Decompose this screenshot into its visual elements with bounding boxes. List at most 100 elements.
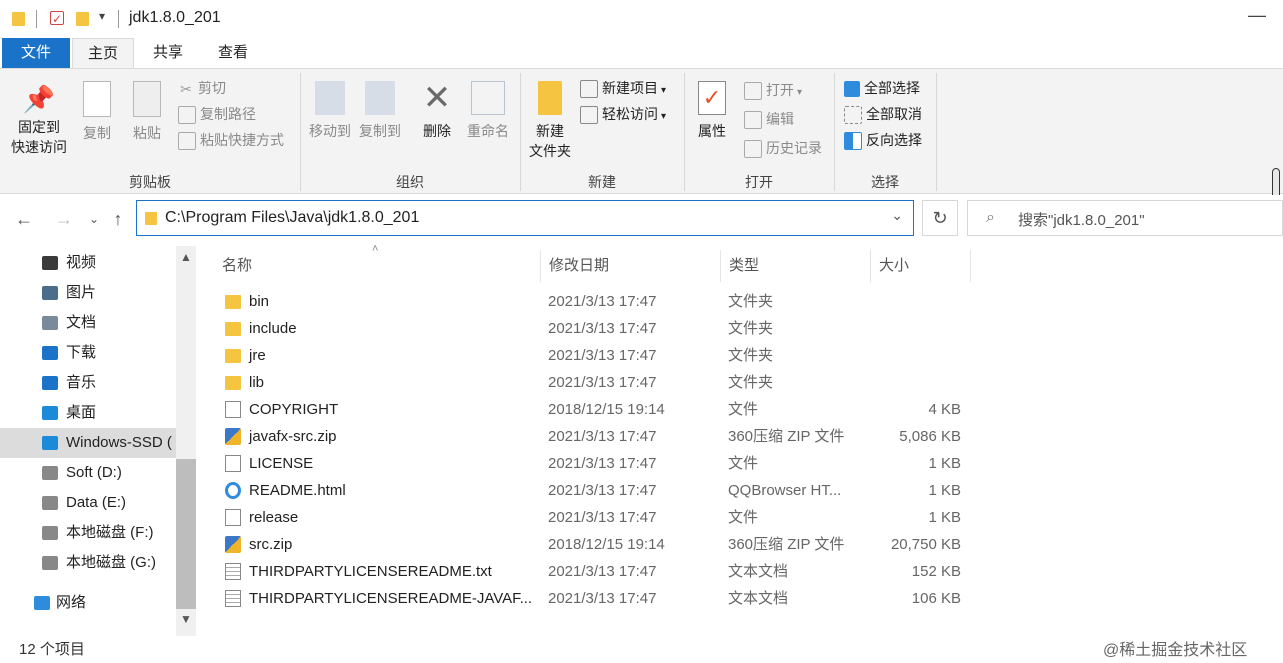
nav-item[interactable]: 视频: [0, 248, 176, 278]
copy-to-button[interactable]: 复制到: [356, 81, 404, 141]
search-input[interactable]: ⌕ 搜索"jdk1.8.0_201": [967, 200, 1283, 236]
nav-item[interactable]: 文档: [0, 308, 176, 338]
scroll-down-icon[interactable]: ▼: [180, 612, 192, 626]
properties-quick-icon[interactable]: ✓: [50, 11, 64, 26]
nav-item[interactable]: 音乐: [0, 368, 176, 398]
select-none-button[interactable]: 全部取消: [844, 102, 922, 126]
nav-scrollbar-thumb[interactable]: [176, 459, 196, 609]
desktop-icon: [42, 406, 58, 420]
forward-arrow-icon[interactable]: →: [52, 207, 76, 231]
file-icon: [225, 509, 241, 526]
up-arrow-icon[interactable]: ↑: [106, 207, 130, 231]
address-bar[interactable]: C:\Program Files\Java\jdk1.8.0_201 ⌄: [136, 200, 914, 236]
file-row[interactable]: jre 2021/3/13 17:47 文件夹: [214, 342, 974, 369]
clipboard-group-label: 剪贴板: [129, 174, 171, 190]
ribbon-tabs: 文件 主页 共享 查看: [0, 38, 1283, 68]
file-row[interactable]: lib 2021/3/13 17:47 文件夹: [214, 369, 974, 396]
nav-item[interactable]: Windows-SSD (: [0, 428, 176, 458]
cut-button[interactable]: ✂ 剪切: [178, 76, 226, 100]
browser-html-icon: [225, 482, 241, 499]
new-folder-quick-icon[interactable]: [76, 12, 89, 26]
paste-button[interactable]: 粘贴: [128, 81, 166, 143]
file-modified-date: 2021/3/13 17:47: [548, 563, 657, 580]
column-header-type[interactable]: 类型: [721, 250, 871, 282]
select-none-icon: [844, 106, 862, 125]
nav-item[interactable]: Data (E:): [0, 488, 176, 518]
quick-access-dropdown-icon[interactable]: ▾: [99, 9, 105, 23]
network-icon: [34, 596, 50, 610]
chevron-down-icon[interactable]: ⌄: [891, 207, 903, 224]
file-size: 152 KB: [911, 563, 961, 580]
nav-item[interactable]: 本地磁盘 (G:): [0, 548, 176, 578]
file-row[interactable]: include 2021/3/13 17:47 文件夹: [214, 315, 974, 342]
invert-selection-button[interactable]: 反向选择: [844, 128, 922, 152]
nav-item-label: Data (E:): [66, 494, 127, 511]
history-button[interactable]: 历史记录: [744, 136, 822, 160]
select-all-button[interactable]: 全部选择: [844, 76, 920, 100]
tab-view[interactable]: 查看: [203, 38, 263, 68]
nav-item[interactable]: 图片: [0, 278, 176, 308]
refresh-button[interactable]: ↻: [922, 200, 958, 236]
file-row[interactable]: COPYRIGHT 2018/12/15 19:14 文件 4 KB: [214, 396, 974, 423]
file-row[interactable]: THIRDPARTYLICENSEREADME.txt 2021/3/13 17:…: [214, 558, 974, 585]
file-name: release: [249, 509, 299, 526]
edit-button[interactable]: 编辑: [744, 107, 794, 131]
address-path[interactable]: C:\Program Files\Java\jdk1.8.0_201: [165, 209, 419, 227]
scroll-up-icon[interactable]: ▲: [180, 250, 192, 264]
file-name: lib: [249, 374, 265, 391]
tab-share[interactable]: 共享: [138, 38, 198, 68]
nav-item[interactable]: 网络: [0, 588, 176, 618]
easy-access-icon: [580, 106, 598, 125]
title-bar: ✓ ▾ jdk1.8.0_201 —: [0, 0, 1283, 38]
nav-item[interactable]: 桌面: [0, 398, 176, 428]
move-to-button[interactable]: 移动到: [306, 81, 354, 141]
easy-access-button[interactable]: 轻松访问 ▾: [580, 102, 666, 126]
file-type: 文件夹: [728, 293, 774, 310]
copy-path-icon: [178, 106, 196, 125]
paste-shortcut-button[interactable]: 粘贴快捷方式: [178, 128, 284, 152]
nav-item[interactable]: 下载: [0, 338, 176, 368]
file-row[interactable]: release 2021/3/13 17:47 文件 1 KB: [214, 504, 974, 531]
file-type: 文件: [728, 401, 759, 418]
minimize-button[interactable]: —: [1245, 6, 1269, 30]
nav-item[interactable]: Soft (D:): [0, 458, 176, 488]
new-folder-button[interactable]: 新建 文件夹: [524, 81, 576, 161]
open-button[interactable]: 打开 ▾: [744, 78, 802, 102]
copy-path-button[interactable]: 复制路径: [178, 102, 256, 126]
back-arrow-icon[interactable]: ←: [12, 207, 36, 231]
file-row[interactable]: src.zip 2018/12/15 19:14 360压缩 ZIP 文件 20,75…: [214, 531, 974, 558]
tab-home[interactable]: 主页: [72, 38, 134, 68]
nav-item-label: 音乐: [66, 374, 97, 391]
file-row[interactable]: LICENSE 2021/3/13 17:47 文件 1 KB: [214, 450, 974, 477]
properties-button[interactable]: ✓ 属性: [692, 81, 732, 141]
file-modified-date: 2018/12/15 19:14: [548, 401, 665, 418]
column-header-name[interactable]: 名称: [214, 250, 541, 282]
invert-selection-icon: [844, 132, 862, 151]
file-row[interactable]: README.html 2021/3/13 17:47 QQBrowser HT..…: [214, 477, 974, 504]
drive-icon: [42, 496, 58, 510]
new-item-button[interactable]: 新建项目 ▾: [580, 76, 666, 100]
move-to-label: 移动到: [309, 123, 351, 139]
file-size: 5,086 KB: [899, 428, 961, 445]
column-header-date[interactable]: 修改日期: [541, 250, 721, 282]
rename-button[interactable]: 重命名: [462, 81, 514, 141]
copy-button[interactable]: 复制: [78, 81, 116, 143]
nav-item[interactable]: 本地磁盘 (F:): [0, 518, 176, 548]
recent-locations-chevron-icon[interactable]: ⌄: [82, 207, 106, 231]
file-row[interactable]: javafx-src.zip 2021/3/13 17:47 360压缩 ZIP 文…: [214, 423, 974, 450]
pin-quick-access-button[interactable]: 📌 固定到 快速访问: [6, 81, 72, 157]
folder-icon: [225, 322, 241, 336]
status-bar: 12 个项目 @稀土掘金技术社区: [0, 636, 1283, 663]
tab-file[interactable]: 文件: [2, 38, 70, 68]
nav-item-label: 桌面: [66, 404, 97, 421]
delete-button[interactable]: ✕ 删除: [418, 81, 456, 141]
music-icon: [42, 376, 58, 390]
file-row[interactable]: bin 2021/3/13 17:47 文件夹: [214, 288, 974, 315]
nav-item-label: 本地磁盘 (G:): [66, 554, 156, 571]
paste-shortcut-icon: [178, 132, 196, 151]
search-placeholder: 搜索"jdk1.8.0_201": [1018, 212, 1145, 229]
pin-label-1: 固定到: [18, 119, 60, 135]
column-header-size[interactable]: 大小: [871, 250, 971, 282]
file-row[interactable]: THIRDPARTYLICENSEREADME-JAVAF... 2021/3/1…: [214, 585, 974, 612]
file-name: COPYRIGHT: [249, 401, 339, 418]
